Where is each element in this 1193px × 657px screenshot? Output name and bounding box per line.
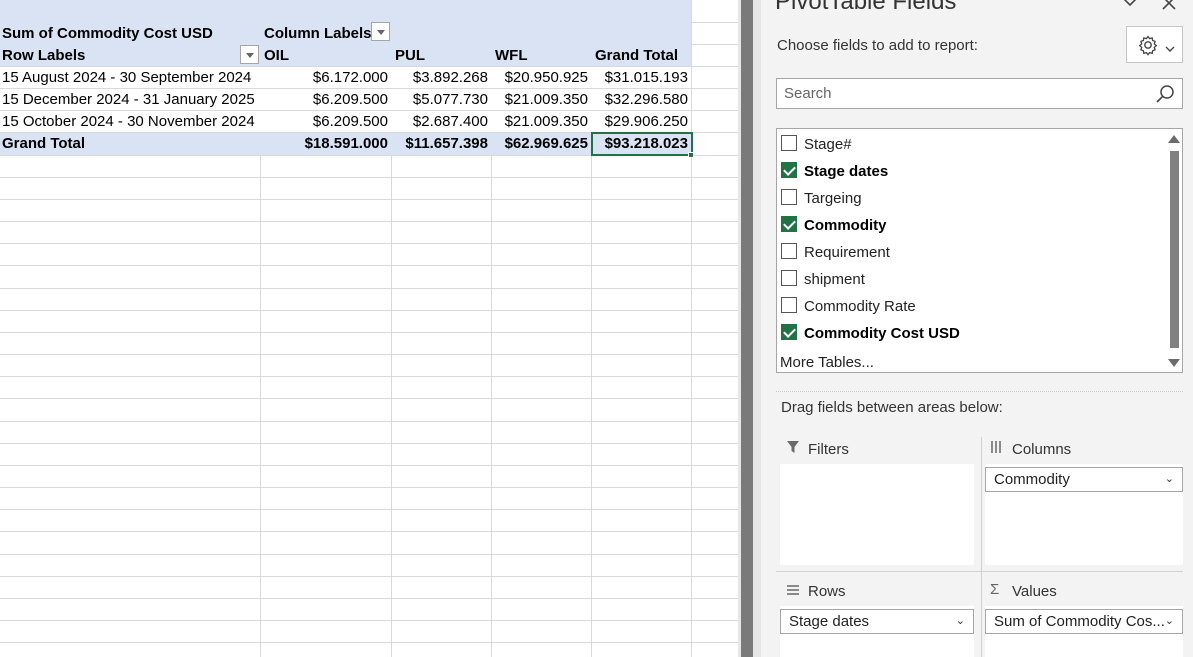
rows-field-chip[interactable]: Stage dates ⌄ [780, 609, 974, 634]
area-divider [776, 571, 1183, 572]
chevron-down-icon[interactable]: ⌄ [956, 610, 965, 633]
field-item-commodity-rate[interactable]: Commodity Rate [781, 295, 1161, 317]
field-label: Targeing [804, 190, 862, 207]
chevron-down-icon[interactable]: ⌄ [1165, 468, 1174, 491]
close-icon[interactable] [1161, 0, 1177, 17]
field-label: Requirement [804, 244, 890, 261]
field-item-stage-dates[interactable]: Stage dates [781, 160, 1161, 182]
field-checkbox[interactable] [781, 243, 797, 259]
fill-handle[interactable] [688, 152, 694, 158]
column-header-oil[interactable]: OIL [264, 45, 384, 67]
pivot-fields-panel: PivotTable Fields Choose fields to add t… [761, 0, 1193, 657]
panel-title: PivotTable Fields [775, 0, 957, 15]
field-list-scrollbar[interactable] [1167, 131, 1181, 370]
table-cell[interactable]: $3.892.268 [391, 67, 491, 89]
field-label: Commodity [804, 217, 887, 234]
field-list-settings-button[interactable] [1126, 26, 1183, 63]
field-checkbox[interactable] [781, 324, 797, 340]
table-cell[interactable]: $32.296.580 [591, 89, 691, 111]
field-checkbox[interactable] [781, 162, 797, 178]
table-cell[interactable]: $5.077.730 [391, 89, 491, 111]
field-item-commodity[interactable]: Commodity [781, 214, 1161, 236]
columns-area-title: Columns [1012, 441, 1072, 458]
rows-area-title: Rows [808, 583, 846, 600]
field-label: shipment [804, 271, 865, 288]
drag-fields-label: Drag fields between areas below: [781, 399, 1003, 416]
field-label: Commodity Rate [804, 298, 916, 315]
column-header-wfl[interactable]: WFL [495, 45, 585, 67]
field-list: Stage# Stage dates Targeing Commodity Re… [776, 128, 1183, 373]
values-field-chip[interactable]: Sum of Commodity Cos... ⌄ [985, 609, 1183, 634]
grand-total-cell[interactable]: $11.657.398 [391, 133, 491, 155]
chip-label: Commodity [994, 471, 1070, 488]
column-header-pul[interactable]: PUL [395, 45, 485, 67]
row-label[interactable]: 15 August 2024 - 30 September 2024 [0, 67, 260, 89]
field-checkbox[interactable] [781, 297, 797, 313]
table-cell[interactable]: $6.209.500 [260, 89, 391, 111]
chip-label: Sum of Commodity Cos... [994, 613, 1165, 630]
spreadsheet-grid[interactable]: Sum of Commodity Cost USD Column Labels … [0, 0, 738, 657]
row-label[interactable]: 15 December 2024 - 31 January 2025 [0, 89, 260, 111]
columns-field-chip[interactable]: Commodity ⌄ [985, 467, 1183, 492]
field-checkbox[interactable] [781, 135, 797, 151]
scroll-up-arrow[interactable] [1168, 135, 1180, 143]
sigma-icon: Σ [990, 581, 1000, 598]
field-checkbox[interactable] [781, 270, 797, 286]
row-label[interactable]: 15 October 2024 - 30 November 2024 [0, 111, 260, 133]
grand-total-label[interactable]: Grand Total [0, 133, 260, 155]
scroll-down-arrow[interactable] [1168, 359, 1180, 367]
filter-icon [786, 440, 800, 457]
table-cell[interactable]: $21.009.350 [491, 89, 591, 111]
chip-label: Stage dates [789, 613, 870, 630]
pivot-row-labels[interactable]: Row Labels [0, 45, 240, 67]
search-icon[interactable] [1154, 83, 1176, 105]
field-label: Commodity Cost USD [804, 325, 960, 342]
more-tables-link[interactable]: More Tables... [780, 354, 874, 371]
grand-total-cell[interactable]: $62.969.625 [491, 133, 591, 155]
field-label: Stage# [804, 136, 852, 153]
chevron-down-icon[interactable]: ⌄ [1165, 610, 1174, 633]
table-cell[interactable]: $21.009.350 [491, 111, 591, 133]
gear-icon [1137, 34, 1159, 61]
grand-total-cell[interactable]: $18.591.000 [260, 133, 391, 155]
table-cell[interactable]: $6.209.500 [260, 111, 391, 133]
table-cell[interactable]: $6.172.000 [260, 67, 391, 89]
panel-resize-bar[interactable] [741, 0, 753, 657]
filters-drop-zone[interactable] [780, 464, 974, 565]
scroll-thumb[interactable] [1170, 151, 1179, 348]
column-labels-filter-button[interactable] [371, 22, 390, 41]
table-cell[interactable]: $2.687.400 [391, 111, 491, 133]
field-checkbox[interactable] [781, 189, 797, 205]
rows-icon [786, 583, 800, 599]
search-input[interactable] [777, 79, 1147, 108]
field-item-requirement[interactable]: Requirement [781, 241, 1161, 263]
field-label: Stage dates [804, 163, 889, 180]
columns-icon [990, 440, 1004, 457]
table-cell[interactable]: $29.906.250 [591, 111, 691, 133]
field-item-commodity-cost-usd[interactable]: Commodity Cost USD [781, 322, 1161, 344]
pivot-column-labels[interactable]: Column Labels [264, 23, 374, 45]
area-divider [981, 437, 982, 657]
chevron-down-icon [1165, 40, 1175, 58]
table-cell[interactable]: $20.950.925 [491, 67, 591, 89]
field-item-targeing[interactable]: Targeing [781, 187, 1161, 209]
selected-cell-outline [591, 132, 693, 156]
field-item-shipment[interactable]: shipment [781, 268, 1161, 290]
table-cell[interactable]: $31.015.193 [591, 67, 691, 89]
column-header-grand-total[interactable]: Grand Total [595, 45, 691, 67]
pivot-value-header[interactable]: Sum of Commodity Cost USD [0, 23, 260, 45]
field-checkbox[interactable] [781, 216, 797, 232]
values-area-title: Values [1012, 583, 1057, 600]
choose-fields-label: Choose fields to add to report: [777, 37, 978, 54]
filters-area-title: Filters [808, 441, 849, 458]
field-search-box[interactable] [776, 78, 1183, 109]
row-labels-filter-button[interactable] [240, 45, 259, 64]
divider [776, 391, 1183, 392]
chevron-down-icon[interactable] [1119, 0, 1141, 15]
field-item-stage-number[interactable]: Stage# [781, 133, 1161, 155]
panel-separator [753, 0, 761, 657]
